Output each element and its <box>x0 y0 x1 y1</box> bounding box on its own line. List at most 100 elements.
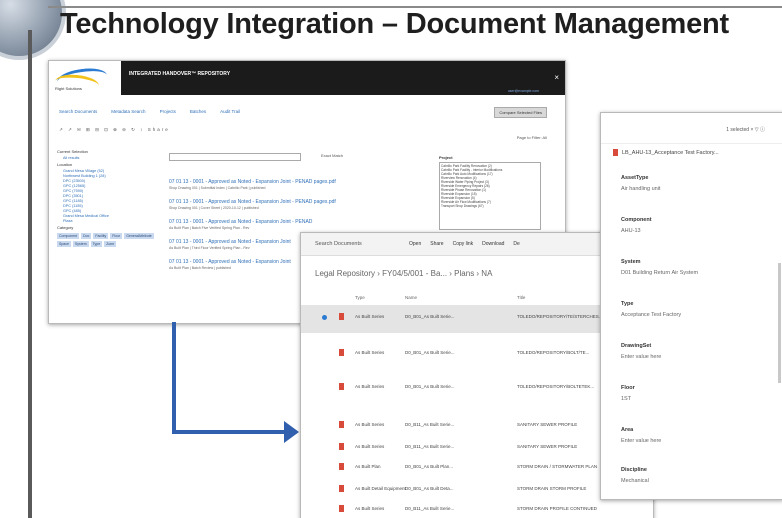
property-field: Type Acceptance Test Factory <box>621 301 681 318</box>
result-title[interactable]: 07 01 13 - 0001 - Approved as Noted - Ex… <box>169 219 409 225</box>
result-item[interactable]: 07 01 13 - 0001 - Approved as Noted - Ex… <box>169 219 409 230</box>
location-item[interactable]: GPC (7590) <box>63 189 161 193</box>
row-name[interactable]: D0_B11_As Built Serie... <box>405 506 454 511</box>
property-value[interactable]: Acceptance Test Factory <box>621 312 681 318</box>
category-chip[interactable]: GeneralAttribute <box>124 233 154 239</box>
result-item[interactable]: 07 01 13 - 0001 - Approved as Noted - Ex… <box>169 179 409 190</box>
row-title: SANITARY SEWER PROFILE <box>517 444 578 449</box>
search-documents[interactable]: Search Documents <box>315 241 362 247</box>
column-name[interactable]: Name <box>405 295 417 300</box>
file-name: LB_AHU-13_Acceptance Test Factory... <box>622 149 719 156</box>
category-chip[interactable]: Component <box>57 233 80 239</box>
row-type: As Built Plan <box>355 464 381 469</box>
row-type: As Built Series <box>355 314 385 319</box>
row-title: TOLEDO/REPOSITORY/TE/STERCHES... <box>517 314 603 319</box>
property-value[interactable]: Enter value here <box>621 354 661 360</box>
row-title: TOLEDO/REPOSITORY/BOLTETEK... <box>517 384 595 389</box>
location-item[interactable]: Grand Mesa Village (52) <box>63 169 161 173</box>
arrow-head-icon <box>284 421 299 443</box>
result-item[interactable]: 07 01 13 - 0001 - Approved as Noted - Ex… <box>169 199 409 210</box>
row-name[interactable]: D0_B01_As Built Plan... <box>405 464 453 469</box>
property-field: System D01 Building Return Air System <box>621 259 698 276</box>
property-key: Floor <box>621 385 635 391</box>
location-item[interactable]: DPC (23500) <box>63 179 161 183</box>
row-name[interactable]: D0_B01_As Built Serie... <box>405 384 455 389</box>
page-filter[interactable]: Page to Filter: All <box>517 135 547 140</box>
tab-projects[interactable]: Projects <box>160 109 176 119</box>
location-item[interactable]: Plaza <box>63 219 161 223</box>
property-field: DrawingSet Enter value here <box>621 343 661 360</box>
location-item[interactable]: Northwest Building 1 (28) <box>63 174 161 178</box>
row-name[interactable]: D0_B01_As Built Deta... <box>405 486 454 491</box>
result-subtitle: As Built Plan | Batch Five Verified Spri… <box>169 226 250 230</box>
tab-audit-trail[interactable]: Audit Trail <box>220 109 240 119</box>
pdf-icon <box>613 149 618 156</box>
row-type: As Built Series <box>355 384 385 389</box>
selected-radio-icon[interactable] <box>322 315 327 320</box>
breadcrumb[interactable]: Legal Repository › FY04/5/001 - Ba... › … <box>315 269 492 278</box>
location-item[interactable]: GPC (1185) <box>63 199 161 203</box>
tab-search-documents[interactable]: Search Documents <box>59 109 97 119</box>
category-chip[interactable]: System <box>72 241 89 247</box>
column-type[interactable]: Type <box>355 295 365 300</box>
properties-header: 1 selected × ▽ ⓘ <box>601 113 782 144</box>
category-chip[interactable]: Facility <box>93 233 109 239</box>
brand-logo: Right Solutions <box>49 61 121 95</box>
category-chip[interactable]: Doc <box>81 233 92 239</box>
property-value[interactable]: 1ST <box>621 396 635 402</box>
project-list[interactable]: Cabrillo Park Facility Renovation (2) Ca… <box>439 162 541 230</box>
category-chip[interactable]: Type <box>90 241 103 247</box>
share-label[interactable]: Share <box>148 127 170 132</box>
property-value[interactable]: Mechanical <box>621 478 649 484</box>
location-item[interactable]: GPC (485) <box>63 209 161 213</box>
toolbar-glyphs[interactable]: ↗ ↗ ✉ ⊞ ⊟ ⊡ ⊕ ⊖ ↻ ↕ <box>59 127 144 132</box>
category-chip[interactable]: Space <box>57 241 71 247</box>
location-item[interactable]: Grand Mesa Medical Office <box>63 214 161 218</box>
category-chip[interactable]: Zone <box>104 241 117 247</box>
row-title: STORM DRAIN STORM PROFILE <box>517 486 587 491</box>
tab-metadata-search[interactable]: Metadata Search <box>111 109 145 119</box>
row-name[interactable]: D0_B11_As Built Serie... <box>405 422 454 427</box>
compare-button[interactable]: Compare Selected Files <box>494 107 547 118</box>
close-icon[interactable]: × <box>554 73 559 82</box>
document-row[interactable]: As Built Series D0_B11_As Built Serie...… <box>301 497 653 518</box>
row-type: As Built Series <box>355 422 385 427</box>
tab-batches[interactable]: Batches <box>190 109 206 119</box>
location-item[interactable]: DPC (3501) <box>63 194 161 198</box>
copy-link-button[interactable]: Copy link <box>453 241 474 247</box>
row-name[interactable]: D0_B01_As Built Serie... <box>405 314 455 319</box>
all-results-link[interactable]: All results <box>63 156 161 160</box>
share-button[interactable]: Share <box>430 241 443 247</box>
selection-status[interactable]: 1 selected × ▽ ⓘ <box>726 126 765 133</box>
delete-button[interactable]: De <box>513 241 519 247</box>
location-item[interactable]: GPC (12565) <box>63 184 161 188</box>
slide-title: Technology Integration – Document Manage… <box>60 8 730 40</box>
row-title: STORM DRAIN / STORMWATER PLAN <box>517 464 598 469</box>
pdf-icon <box>339 443 344 450</box>
pdf-icon <box>339 383 344 390</box>
property-value[interactable]: D01 Building Return Air System <box>621 270 698 276</box>
open-button[interactable]: Open <box>409 241 421 247</box>
column-title[interactable]: Title <box>517 295 525 300</box>
search-option[interactable]: Exact Match <box>321 153 343 158</box>
search-input[interactable] <box>169 153 301 161</box>
header-link[interactable]: user@example.com <box>508 89 539 93</box>
property-value[interactable]: Enter value here <box>621 438 661 444</box>
property-value[interactable]: Air handling unit <box>621 186 660 192</box>
download-button[interactable]: Download <box>482 241 504 247</box>
scrollbar[interactable] <box>778 263 781 383</box>
toolbar-icons[interactable]: ↗ ↗ ✉ ⊞ ⊟ ⊡ ⊕ ⊖ ↻ ↕ Share <box>59 127 170 133</box>
property-field: Discipline Mechanical <box>621 467 649 484</box>
result-subtitle: Shop Drawing 001 | Submittal Index | Cab… <box>169 186 266 190</box>
result-title[interactable]: 07 01 13 - 0001 - Approved as Noted - Ex… <box>169 199 409 205</box>
row-name[interactable]: D0_B11_As Built Serie... <box>405 444 454 449</box>
row-name[interactable]: D0_B01_As Built Serie... <box>405 350 455 355</box>
logo-circle <box>0 0 66 60</box>
property-value[interactable]: AHU-13 <box>621 228 652 234</box>
category-chip[interactable]: Floor <box>110 233 123 239</box>
filter-panel: Current Selection All results Location G… <box>57 147 161 317</box>
project-item[interactable]: Transport Shop Drawings (67) <box>441 204 539 208</box>
result-title[interactable]: 07 01 13 - 0001 - Approved as Noted - Ex… <box>169 179 409 185</box>
location-item[interactable]: DPC (1155) <box>63 204 161 208</box>
property-key: AssetType <box>621 175 649 181</box>
